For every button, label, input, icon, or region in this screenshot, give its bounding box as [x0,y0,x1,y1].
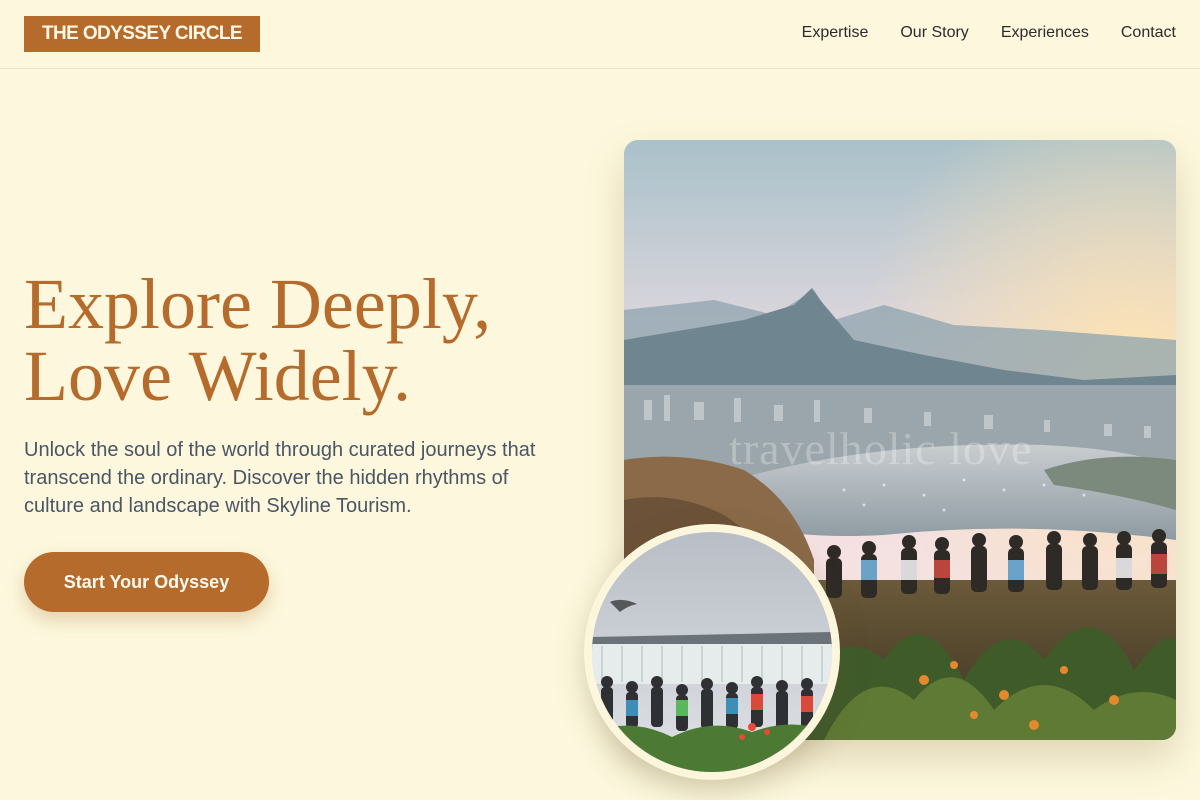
hero-subtitle: Unlock the soul of the world through cur… [24,439,536,517]
nav-link-experiences[interactable]: Experiences [1001,22,1089,44]
main-nav: Expertise Our Story Experiences Contact [802,22,1176,44]
hero-title-line-1: Explore Deeply, [24,264,492,344]
photo-watermark: travelholic love [729,423,1033,474]
inset-circle-inner [592,532,832,772]
nav-link-our-story[interactable]: Our Story [900,22,968,44]
nav-link-expertise[interactable]: Expertise [802,22,869,44]
hero-title-line-2: Love Widely. [24,336,411,416]
brand-logo[interactable]: THE ODYSSEY CIRCLE [24,16,260,52]
waterfall-illustration [592,532,832,772]
site-header: THE ODYSSEY CIRCLE Expertise Our Story E… [0,0,1200,69]
hero-title: Explore Deeply, Love Widely. [24,268,584,412]
nav-link-contact[interactable]: Contact [1121,22,1176,44]
start-odyssey-button[interactable]: Start Your Odyssey [24,552,269,612]
inset-circle-photo [584,524,840,780]
